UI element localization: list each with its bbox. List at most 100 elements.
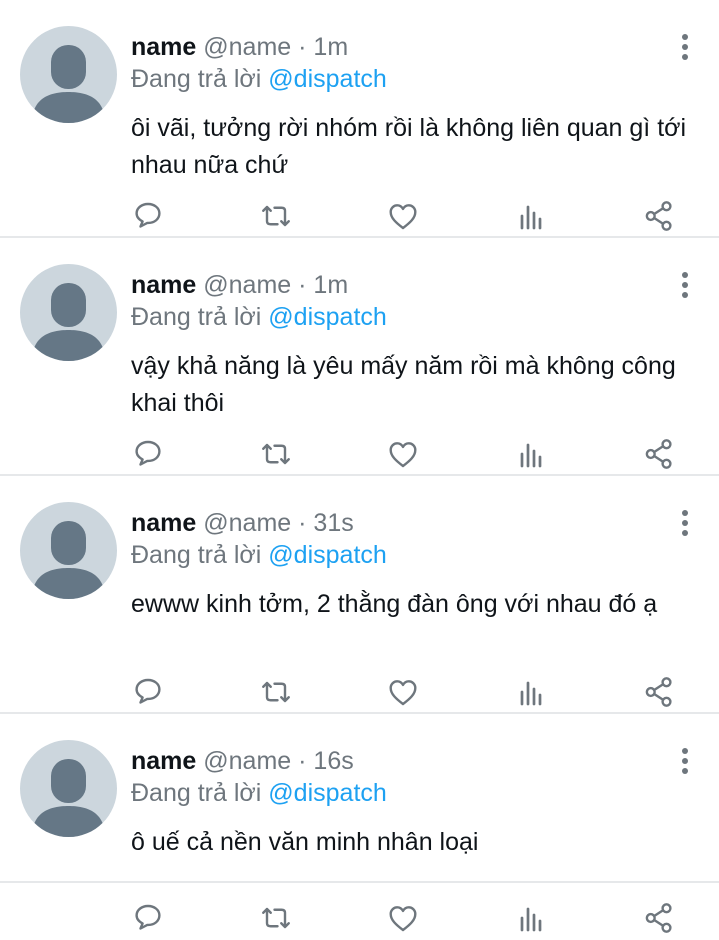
user-handle[interactable]: @name bbox=[203, 747, 291, 775]
tweet[interactable]: name @name · 31s Đang trả lời @dispatch … bbox=[0, 476, 719, 714]
tweet-text: ewww kinh tởm, 2 thằng đàn ông với nhau … bbox=[131, 590, 658, 618]
retweet-button[interactable] bbox=[258, 900, 294, 936]
separator: · bbox=[298, 271, 307, 299]
share-button[interactable] bbox=[641, 900, 677, 936]
reply-timeline: name @name · 1m Đang trả lời @dispatch ô… bbox=[0, 0, 719, 933]
analytics-button[interactable] bbox=[513, 198, 549, 234]
tweet-content: name @name · 1m Đang trả lời @dispatch ô… bbox=[131, 31, 699, 184]
more-vertical-icon bbox=[682, 748, 688, 774]
share-icon bbox=[645, 677, 672, 707]
like-icon bbox=[389, 204, 417, 230]
replying-to: Đang trả lời @dispatch bbox=[131, 539, 699, 571]
separator: · bbox=[298, 747, 307, 775]
share-icon bbox=[645, 903, 672, 933]
action-bar bbox=[0, 198, 719, 238]
timestamp[interactable]: 1m bbox=[313, 271, 348, 299]
display-name[interactable]: name bbox=[131, 271, 196, 299]
tweet-content: name @name · 1m Đang trả lời @dispatch v… bbox=[131, 269, 699, 422]
share-button[interactable] bbox=[641, 674, 677, 710]
retweet-icon bbox=[262, 205, 290, 227]
analytics-button[interactable] bbox=[513, 674, 549, 710]
reply-prefix: Đang trả lời bbox=[131, 65, 262, 93]
avatar[interactable] bbox=[20, 26, 117, 123]
separator: · bbox=[298, 509, 307, 537]
tweet-text: ô uế cả nền văn minh nhân loại bbox=[131, 828, 479, 856]
tweet-header: name @name · 1m bbox=[131, 31, 699, 63]
timestamp[interactable]: 1m bbox=[313, 33, 348, 61]
analytics-icon bbox=[520, 681, 542, 706]
display-name[interactable]: name bbox=[131, 747, 196, 775]
more-options-button[interactable] bbox=[679, 33, 691, 61]
avatar[interactable] bbox=[20, 740, 117, 837]
user-handle[interactable]: @name bbox=[203, 271, 291, 299]
retweet-button[interactable] bbox=[258, 436, 294, 472]
tweet-content: name @name · 31s Đang trả lời @dispatch … bbox=[131, 507, 699, 623]
more-options-button[interactable] bbox=[679, 509, 691, 537]
avatar[interactable] bbox=[20, 502, 117, 599]
default-avatar-icon bbox=[32, 283, 105, 361]
tweet-text: vậy khả năng là yêu mấy năm rồi mà không… bbox=[131, 352, 676, 417]
display-name[interactable]: name bbox=[131, 509, 196, 537]
retweet-button[interactable] bbox=[258, 674, 294, 710]
tweet[interactable]: name @name · 16s Đang trả lời @dispatch … bbox=[0, 714, 719, 933]
retweet-icon bbox=[262, 681, 290, 703]
tweet[interactable]: name @name · 1m Đang trả lời @dispatch v… bbox=[0, 238, 719, 476]
reply-button[interactable] bbox=[130, 198, 166, 234]
replying-to: Đang trả lời @dispatch bbox=[131, 301, 699, 333]
like-button[interactable] bbox=[385, 674, 421, 710]
reply-mention[interactable]: @dispatch bbox=[268, 65, 387, 93]
separator: · bbox=[298, 33, 307, 61]
like-button[interactable] bbox=[385, 198, 421, 234]
reply-icon bbox=[135, 440, 161, 466]
tweet[interactable]: name @name · 1m Đang trả lời @dispatch ô… bbox=[0, 0, 719, 238]
retweet-button[interactable] bbox=[258, 198, 294, 234]
like-icon bbox=[389, 680, 417, 706]
action-bar bbox=[0, 436, 719, 476]
tweet-header: name @name · 1m bbox=[131, 269, 699, 301]
like-icon bbox=[389, 442, 417, 468]
analytics-icon bbox=[520, 443, 542, 468]
analytics-icon bbox=[520, 205, 542, 230]
retweet-icon bbox=[262, 907, 290, 929]
reply-button[interactable] bbox=[130, 900, 166, 936]
share-icon bbox=[645, 201, 672, 231]
default-avatar-icon bbox=[32, 759, 105, 837]
share-button[interactable] bbox=[641, 436, 677, 472]
reply-mention[interactable]: @dispatch bbox=[268, 303, 387, 331]
reply-mention[interactable]: @dispatch bbox=[268, 779, 387, 807]
like-icon bbox=[389, 906, 417, 932]
reply-icon bbox=[135, 678, 161, 704]
action-bar bbox=[0, 900, 719, 940]
more-options-button[interactable] bbox=[679, 271, 691, 299]
analytics-icon bbox=[520, 907, 542, 932]
reply-button[interactable] bbox=[130, 436, 166, 472]
avatar[interactable] bbox=[20, 264, 117, 361]
analytics-button[interactable] bbox=[513, 436, 549, 472]
replying-to: Đang trả lời @dispatch bbox=[131, 63, 699, 95]
like-button[interactable] bbox=[385, 900, 421, 936]
action-bar bbox=[0, 674, 719, 714]
display-name[interactable]: name bbox=[131, 33, 196, 61]
timestamp[interactable]: 16s bbox=[313, 747, 353, 775]
default-avatar-icon bbox=[32, 45, 105, 123]
tweet-header: name @name · 31s bbox=[131, 507, 699, 539]
share-icon bbox=[645, 439, 672, 469]
reply-prefix: Đang trả lời bbox=[131, 779, 262, 807]
replying-to: Đang trả lời @dispatch bbox=[131, 777, 699, 809]
like-button[interactable] bbox=[385, 436, 421, 472]
user-handle[interactable]: @name bbox=[203, 33, 291, 61]
share-button[interactable] bbox=[641, 198, 677, 234]
default-avatar-icon bbox=[32, 521, 105, 599]
more-vertical-icon bbox=[682, 272, 688, 298]
more-vertical-icon bbox=[682, 34, 688, 60]
timestamp[interactable]: 31s bbox=[313, 509, 353, 537]
reply-prefix: Đang trả lời bbox=[131, 303, 262, 331]
reply-button[interactable] bbox=[130, 674, 166, 710]
retweet-icon bbox=[262, 443, 290, 465]
analytics-button[interactable] bbox=[513, 900, 549, 936]
more-vertical-icon bbox=[682, 510, 688, 536]
tweet-header: name @name · 16s bbox=[131, 745, 699, 777]
reply-mention[interactable]: @dispatch bbox=[268, 541, 387, 569]
user-handle[interactable]: @name bbox=[203, 509, 291, 537]
more-options-button[interactable] bbox=[679, 747, 691, 775]
